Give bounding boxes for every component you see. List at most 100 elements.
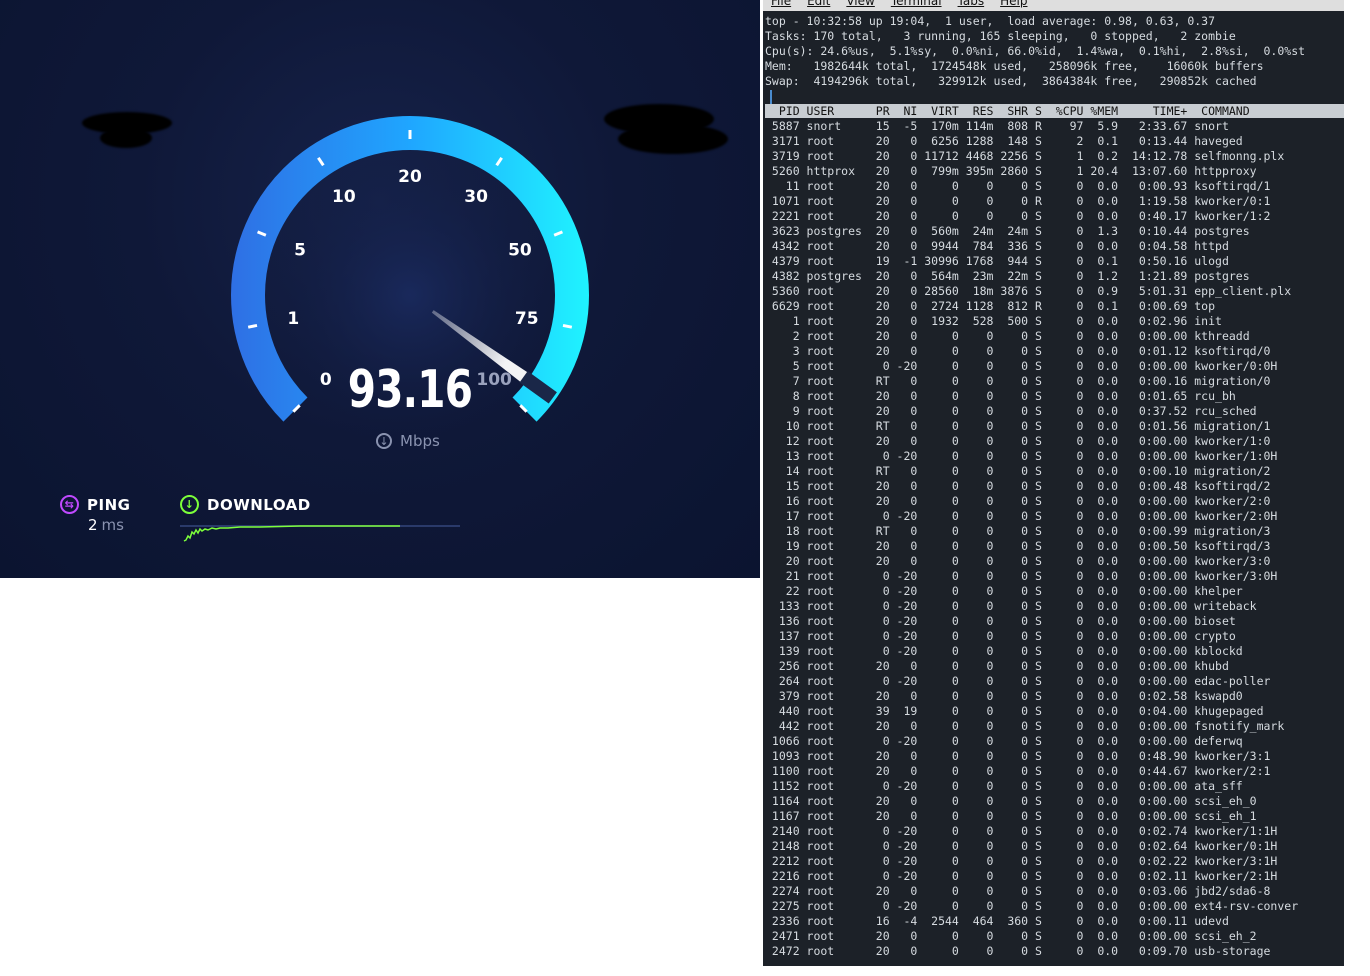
gauge-tick-label: 10	[332, 187, 356, 207]
process-row: 1 root 20 0 1932 528 500 S 0 0.0 0:02.96…	[765, 314, 1222, 328]
ping-icon: ⇆	[60, 495, 79, 514]
process-table: 5887 snort 15 -5 170m 114m 808 R 97 5.9 …	[765, 119, 1298, 959]
gauge-tick-label: 5	[294, 240, 306, 260]
ping-label: PING	[87, 495, 131, 514]
process-row: 9 root 20 0 0 0 0 S 0 0.0 0:37.52 rcu_sc…	[765, 404, 1257, 418]
process-row: 3 root 20 0 0 0 0 S 0 0.0 0:01.12 ksofti…	[765, 344, 1271, 358]
process-row: 2274 root 20 0 0 0 0 S 0 0.0 0:03.06 jbd…	[765, 884, 1271, 898]
process-row: 442 root 20 0 0 0 0 S 0 0.0 0:00.00 fsno…	[765, 719, 1285, 733]
process-row: 1167 root 20 0 0 0 0 S 0 0.0 0:00.00 scs…	[765, 809, 1257, 823]
gauge-tick-label: 100	[476, 370, 512, 390]
process-row: 10 root RT 0 0 0 0 S 0 0.0 0:01.56 migra…	[765, 419, 1271, 433]
download-sparkline-line	[183, 525, 400, 542]
process-row: 379 root 20 0 0 0 0 S 0 0.0 0:02.58 kswa…	[765, 689, 1243, 703]
ping-number: 2	[88, 516, 98, 534]
swap-summary-line: Swap: 4194296k total, 329912k used, 3864…	[765, 74, 1257, 88]
process-row: 2140 root 0 -20 0 0 0 S 0 0.0 0:02.74 kw…	[765, 824, 1278, 838]
terminal-window[interactable]: File Edit View Terminal Tabs Help top - …	[763, 0, 1344, 966]
process-row: 5260 httprox 20 0 799m 395m 2860 S 1 20.…	[765, 164, 1257, 178]
process-row: 2275 root 0 -20 0 0 0 S 0 0.0 0:00.00 ex…	[765, 899, 1299, 913]
process-row: 139 root 0 -20 0 0 0 S 0 0.0 0:00.00 kbl…	[765, 644, 1243, 658]
process-row: 2212 root 0 -20 0 0 0 S 0 0.0 0:02.22 kw…	[765, 854, 1278, 868]
process-row: 2216 root 0 -20 0 0 0 S 0 0.0 0:02.11 kw…	[765, 869, 1278, 883]
process-row: 1152 root 0 -20 0 0 0 S 0 0.0 0:00.00 at…	[765, 779, 1243, 793]
process-row: 7 root RT 0 0 0 0 S 0 0.0 0:00.16 migrat…	[765, 374, 1271, 388]
download-icon: ↓	[180, 495, 199, 514]
gauge-tick	[562, 323, 573, 329]
process-row: 2336 root 16 -4 2544 464 360 S 0 0.0 0:0…	[765, 914, 1229, 928]
process-row: 4379 root 19 -1 30996 1768 944 S 0 0.1 0…	[765, 254, 1229, 268]
process-row: 264 root 0 -20 0 0 0 S 0 0.0 0:00.00 eda…	[765, 674, 1271, 688]
process-row: 17 root 0 -20 0 0 0 S 0 0.0 0:00.00 kwor…	[765, 509, 1278, 523]
process-row: 3171 root 20 0 6256 1288 148 S 2 0.1 0:1…	[765, 134, 1243, 148]
menu-terminal[interactable]: Terminal	[891, 0, 942, 11]
process-table-header: PID USER PR NI VIRT RES SHR S %CPU %MEM …	[765, 104, 1344, 118]
process-row: 1164 root 20 0 0 0 0 S 0 0.0 0:00.00 scs…	[765, 794, 1257, 808]
download-label: DOWNLOAD	[207, 495, 311, 514]
terminal-cursor	[770, 90, 772, 104]
gauge-tick-label: 0	[320, 370, 332, 390]
process-row: 14 root RT 0 0 0 0 S 0 0.0 0:00.10 migra…	[765, 464, 1271, 478]
process-row: 1066 root 0 -20 0 0 0 S 0 0.0 0:00.00 de…	[765, 734, 1243, 748]
gauge-tick-label: 1	[287, 309, 299, 329]
process-row: 1071 root 20 0 0 0 0 R 0 0.0 1:19.58 kwo…	[765, 194, 1271, 208]
process-row: 256 root 20 0 0 0 0 S 0 0.0 0:00.00 khub…	[765, 659, 1229, 673]
top-summary-line: top - 10:32:58 up 19:04, 1 user, load av…	[765, 14, 1216, 28]
process-row: 6629 root 20 0 2724 1128 812 R 0 0.1 0:0…	[765, 299, 1216, 313]
mem-summary-line: Mem: 1982644k total, 1724548k used, 2580…	[765, 59, 1264, 73]
process-row: 15 root 20 0 0 0 0 S 0 0.0 0:00.48 ksoft…	[765, 479, 1271, 493]
process-row: 440 root 39 19 0 0 0 S 0 0.0 0:04.00 khu…	[765, 704, 1264, 718]
process-row: 2148 root 0 -20 0 0 0 S 0 0.0 0:02.64 kw…	[765, 839, 1278, 853]
download-metric: ↓ DOWNLOAD	[180, 495, 311, 514]
process-row: 21 root 0 -20 0 0 0 S 0 0.0 0:00.00 kwor…	[765, 569, 1278, 583]
process-row: 2471 root 20 0 0 0 0 S 0 0.0 0:00.00 scs…	[765, 929, 1257, 943]
process-row: 2 root 20 0 0 0 0 S 0 0.0 0:00.00 kthrea…	[765, 329, 1250, 343]
process-row: 4382 postgres 20 0 564m 23m 22m S 0 1.2 …	[765, 269, 1250, 283]
process-row: 137 root 0 -20 0 0 0 S 0 0.0 0:00.00 cry…	[765, 629, 1236, 643]
process-row: 1100 root 20 0 0 0 0 S 0 0.0 0:44.67 kwo…	[765, 764, 1271, 778]
process-row: 12 root 20 0 0 0 0 S 0 0.0 0:00.00 kwork…	[765, 434, 1271, 448]
menu-file[interactable]: File	[771, 0, 791, 11]
speedtest-panel: 0 1 5 10 20 30 50 75 100 93.16 ↓ Mbps ⇆ PING 2 ms…	[0, 0, 760, 578]
process-row: 4342 root 20 0 9944 784 336 S 0 0.0 0:04…	[765, 239, 1229, 253]
ping-metric: ⇆ PING 2 ms	[60, 495, 130, 534]
process-row: 133 root 0 -20 0 0 0 S 0 0.0 0:00.00 wri…	[765, 599, 1257, 613]
terminal-menubar: File Edit View Terminal Tabs Help	[763, 0, 1344, 11]
process-row: 18 root RT 0 0 0 0 S 0 0.0 0:00.99 migra…	[765, 524, 1271, 538]
speed-unit-label: Mbps	[400, 432, 440, 450]
process-row: 1093 root 20 0 0 0 0 S 0 0.0 0:48.90 kwo…	[765, 749, 1271, 763]
ping-unit: ms	[101, 516, 124, 534]
gauge-tick-label: 30	[464, 187, 488, 207]
process-row: 2472 root 20 0 0 0 0 S 0 0.0 0:09.70 usb…	[765, 944, 1271, 958]
ping-value: 2 ms	[88, 516, 130, 534]
cpu-summary-line: Cpu(s): 24.6%us, 5.1%sy, 0.0%ni, 66.0%id…	[765, 44, 1306, 58]
process-row: 8 root 20 0 0 0 0 S 0 0.0 0:01.65 rcu_bh	[765, 389, 1236, 403]
menu-edit[interactable]: Edit	[807, 0, 830, 11]
gauge-tick	[247, 323, 258, 329]
gauge-tick-label: 50	[508, 240, 532, 260]
process-row: 13 root 0 -20 0 0 0 S 0 0.0 0:00.00 kwor…	[765, 449, 1278, 463]
process-row: 2221 root 20 0 0 0 0 S 0 0.0 0:40.17 kwo…	[765, 209, 1271, 223]
process-row: 3719 root 20 0 11712 4468 2256 S 1 0.2 1…	[765, 149, 1285, 163]
process-row: 11 root 20 0 0 0 0 S 0 0.0 0:00.93 ksoft…	[765, 179, 1271, 193]
download-sparkline	[180, 525, 460, 542]
menu-tabs[interactable]: Tabs	[958, 0, 985, 11]
speed-gauge: 0 1 5 10 20 30 50 75 100	[231, 116, 589, 445]
gauge-tick-label: 75	[515, 309, 539, 329]
download-arrow-icon: ↓	[376, 433, 392, 449]
process-row: 20 root 20 0 0 0 0 S 0 0.0 0:00.00 kwork…	[765, 554, 1271, 568]
process-row: 5360 root 20 0 28560 18m 3876 S 0 0.9 5:…	[765, 284, 1292, 298]
menu-view[interactable]: View	[846, 0, 874, 11]
process-row: 5887 snort 15 -5 170m 114m 808 R 97 5.9 …	[765, 119, 1229, 133]
speed-unit: ↓ Mbps	[376, 430, 440, 452]
process-row: 19 root 20 0 0 0 0 S 0 0.0 0:00.50 ksoft…	[765, 539, 1271, 553]
tasks-summary-line: Tasks: 170 total, 3 running, 165 sleepin…	[765, 29, 1236, 43]
speed-value: 93.16	[347, 360, 473, 420]
process-row: 22 root 0 -20 0 0 0 S 0 0.0 0:00.00 khel…	[765, 584, 1243, 598]
process-row: 136 root 0 -20 0 0 0 S 0 0.0 0:00.00 bio…	[765, 614, 1236, 628]
process-row: 16 root 20 0 0 0 0 S 0 0.0 0:00.00 kwork…	[765, 494, 1271, 508]
menu-help[interactable]: Help	[1000, 0, 1027, 11]
process-row: 5 root 0 -20 0 0 0 S 0 0.0 0:00.00 kwork…	[765, 359, 1278, 373]
process-row: 3623 postgres 20 0 560m 24m 24m S 0 1.3 …	[765, 224, 1250, 238]
gauge-tick-label: 20	[398, 167, 422, 187]
